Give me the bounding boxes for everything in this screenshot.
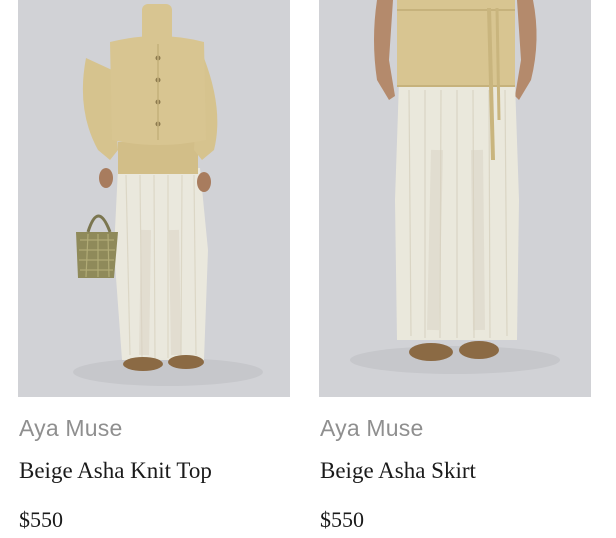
product-brand[interactable]: Aya Muse [320,415,423,442]
product-photo-skirt [319,0,591,397]
product-card[interactable]: Aya Muse Beige Asha Knit Top $550 [18,0,290,538]
product-image[interactable] [18,0,290,397]
product-photo-knit-top [18,0,290,397]
product-price: $550 [320,507,364,532]
product-price: $550 [19,507,63,532]
product-image[interactable] [319,0,591,397]
product-card[interactable]: Aya Muse Beige Asha Skirt $550 [319,0,591,538]
product-grid: Aya Muse Beige Asha Knit Top $550 Aya Mu… [0,0,616,538]
product-title[interactable]: Beige Asha Knit Top [19,458,212,484]
product-brand[interactable]: Aya Muse [19,415,122,442]
product-title[interactable]: Beige Asha Skirt [320,458,476,484]
